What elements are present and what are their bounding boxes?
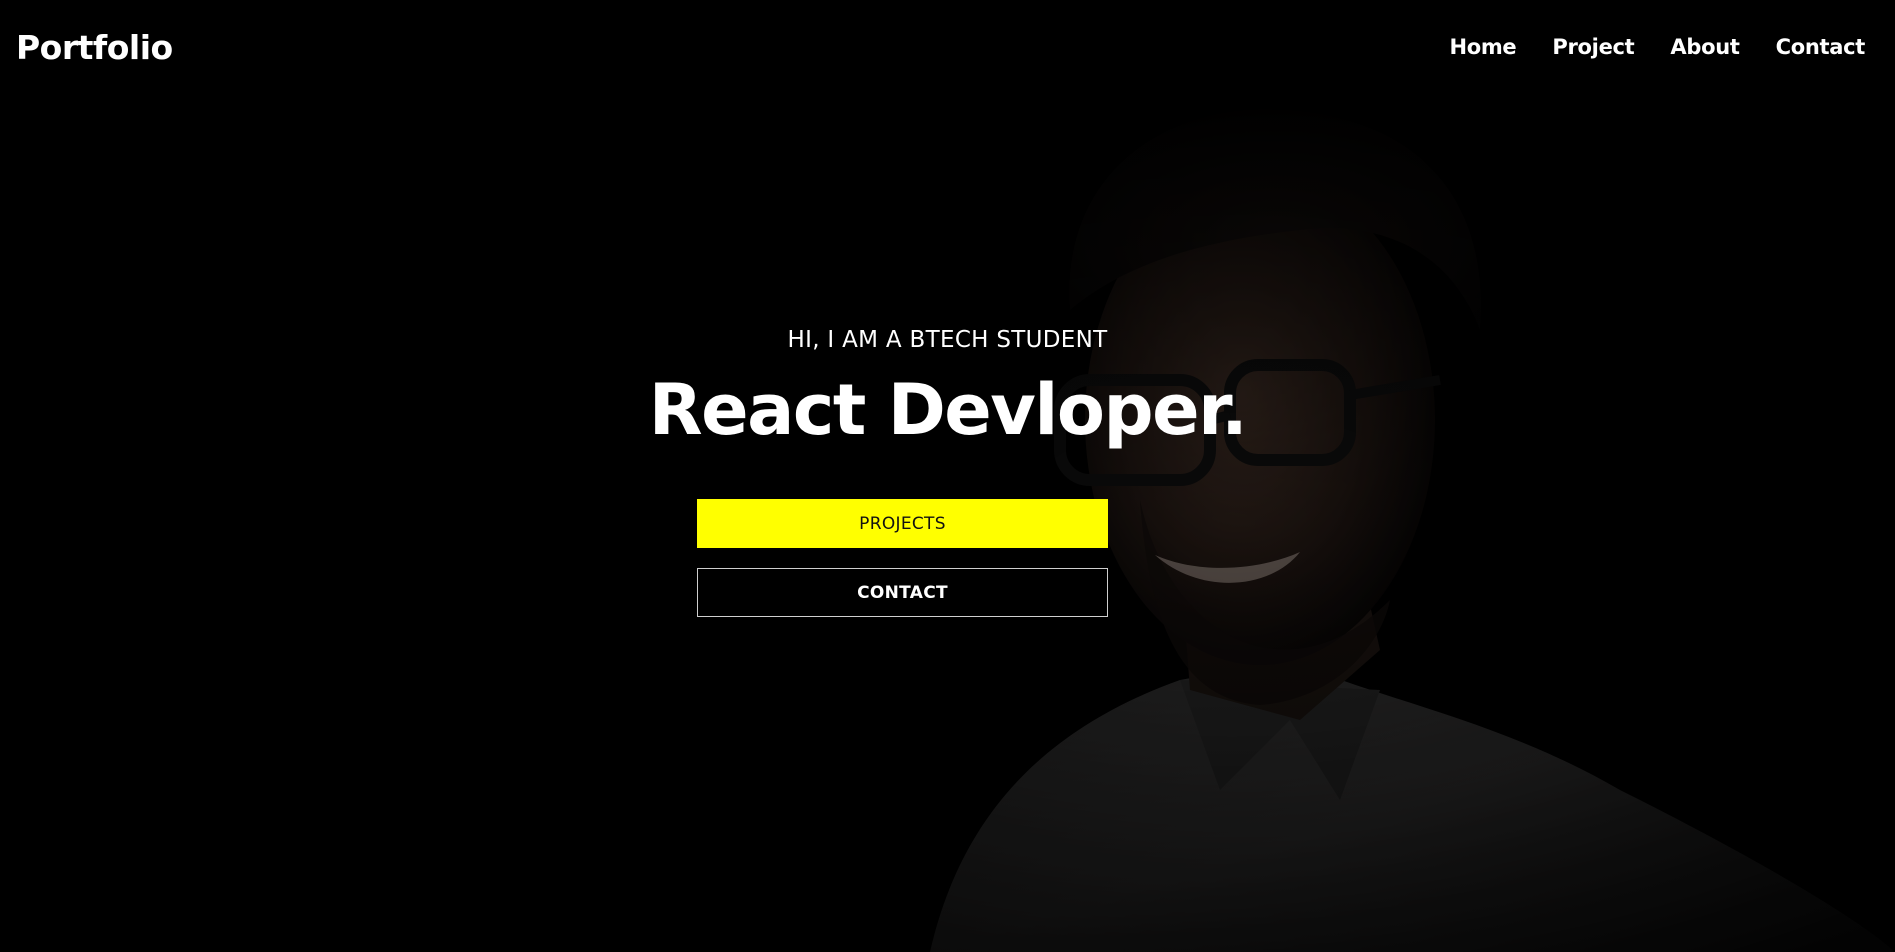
navbar: Portfolio Home Project About Contact [0, 0, 1895, 96]
contact-button[interactable]: CONTACT [697, 568, 1108, 617]
nav-link-contact[interactable]: Contact [1776, 35, 1866, 59]
nav-link-home[interactable]: Home [1449, 35, 1516, 59]
portfolio-page: Portfolio Home Project About Contact HI,… [0, 0, 1895, 952]
nav-item-home: Home [1449, 35, 1516, 59]
nav-item-about: About [1670, 35, 1740, 59]
nav-item-project: Project [1552, 35, 1634, 59]
hero-section: HI, I AM A BTECH STUDENT React Devloper.… [0, 0, 1895, 952]
brand-logo[interactable]: Portfolio [16, 28, 173, 67]
nav-menu: Home Project About Contact [1449, 35, 1865, 59]
nav-link-project[interactable]: Project [1552, 35, 1634, 59]
nav-link-about[interactable]: About [1670, 35, 1740, 59]
hero-eyebrow: HI, I AM A BTECH STUDENT [787, 327, 1108, 353]
projects-button[interactable]: PROJECTS [697, 499, 1108, 548]
nav-item-contact: Contact [1776, 35, 1866, 59]
hero-headline: React Devloper. [648, 369, 1248, 451]
